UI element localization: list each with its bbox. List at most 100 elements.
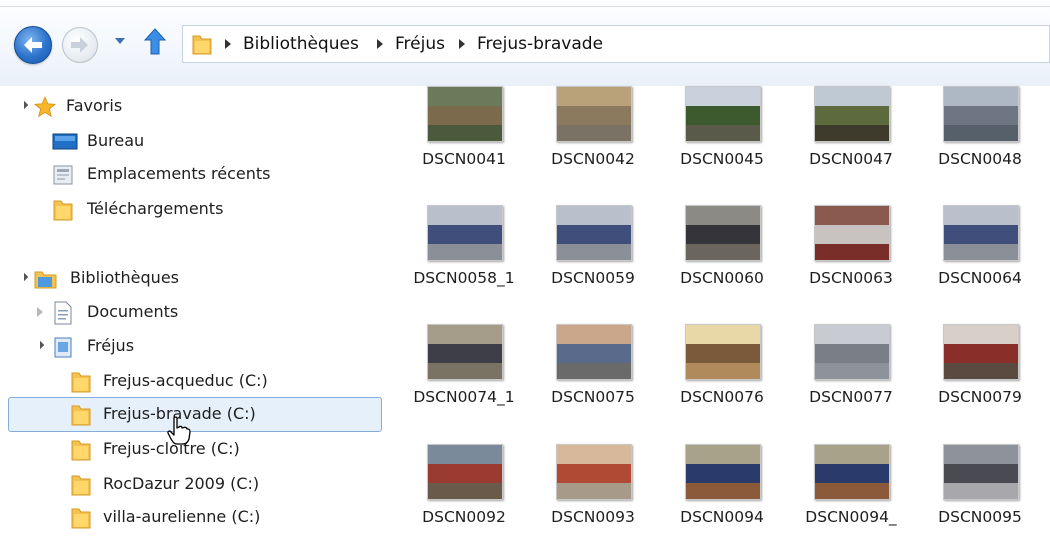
back-arrow-icon bbox=[24, 37, 42, 53]
photo-thumbnail bbox=[427, 444, 503, 500]
file-name: DSCN0074_1 bbox=[413, 388, 515, 406]
expand-arrow-icon[interactable] bbox=[35, 340, 45, 350]
window-top-border bbox=[0, 6, 1050, 7]
file-name: DSCN0042 bbox=[551, 150, 635, 168]
photo-thumbnail bbox=[814, 86, 890, 142]
expand-arrow-icon[interactable] bbox=[19, 100, 29, 110]
file-item[interactable]: DSCN0079 bbox=[918, 324, 1042, 434]
file-item[interactable]: DSCN0059 bbox=[531, 205, 655, 315]
file-item[interactable]: DSCN0092 bbox=[402, 444, 526, 554]
tree-item-villa-aurelienne[interactable]: villa-aurelienne (C:) bbox=[0, 502, 380, 532]
file-name: DSCN0059 bbox=[551, 269, 635, 287]
expand-arrow-icon[interactable] bbox=[19, 272, 29, 282]
breadcrumb-frejus[interactable]: Fréjus bbox=[395, 26, 445, 62]
libraries-icon bbox=[34, 271, 57, 289]
file-name: DSCN0063 bbox=[809, 269, 893, 287]
star-icon bbox=[34, 96, 56, 118]
photo-thumbnail bbox=[556, 324, 632, 380]
photo-thumbnail bbox=[427, 205, 503, 261]
address-bar[interactable]: Bibliothèques Fréjus Frejus-bravade bbox=[182, 25, 1050, 63]
file-name: DSCN0048 bbox=[938, 150, 1022, 168]
up-arrow-icon bbox=[143, 28, 167, 55]
file-item[interactable]: DSCN0095 bbox=[918, 444, 1042, 554]
photo-thumbnail bbox=[685, 86, 761, 142]
tree-item-frejus-acqueduc[interactable]: Frejus-acqueduc (C:) bbox=[0, 366, 380, 396]
breadcrumb-separator-icon[interactable] bbox=[459, 39, 465, 49]
tree-item-frejus[interactable]: Fréjus bbox=[0, 331, 300, 361]
photo-thumbnail bbox=[427, 86, 503, 142]
photo-thumbnail bbox=[814, 205, 890, 261]
file-item[interactable]: DSCN0048 bbox=[918, 86, 1042, 196]
file-name: DSCN0076 bbox=[680, 388, 764, 406]
tree-item-bureau[interactable]: Bureau bbox=[0, 126, 300, 156]
photo-thumbnail bbox=[685, 324, 761, 380]
tree-libraries[interactable]: Bibliothèques bbox=[0, 263, 300, 293]
desktop-icon bbox=[52, 133, 78, 150]
tree-label: Bibliothèques bbox=[70, 268, 179, 287]
tree-label: Favoris bbox=[66, 96, 123, 115]
file-item[interactable]: DSCN0064 bbox=[918, 205, 1042, 315]
folder-icon bbox=[71, 405, 91, 426]
tree-label: RocDazur 2009 (C:) bbox=[103, 474, 260, 493]
breadcrumb-frejus-bravade[interactable]: Frejus-bravade bbox=[477, 26, 603, 62]
up-one-level-button[interactable] bbox=[143, 27, 167, 57]
file-item[interactable]: DSCN0041 bbox=[402, 86, 526, 196]
file-item[interactable]: DSCN0093 bbox=[531, 444, 655, 554]
file-item[interactable]: DSCN0094_ bbox=[789, 444, 913, 554]
tree-item-recent-places[interactable]: Emplacements récents bbox=[0, 159, 320, 189]
photo-thumbnail bbox=[943, 86, 1019, 142]
file-name: DSCN0047 bbox=[809, 150, 893, 168]
file-item[interactable]: DSCN0076 bbox=[660, 324, 784, 434]
recent-pages-dropdown-icon[interactable] bbox=[115, 38, 125, 44]
back-button[interactable] bbox=[14, 26, 52, 64]
photo-thumbnail bbox=[556, 444, 632, 500]
file-item[interactable]: DSCN0063 bbox=[789, 205, 913, 315]
photo-thumbnail bbox=[814, 444, 890, 500]
file-item[interactable]: DSCN0077 bbox=[789, 324, 913, 434]
file-name: DSCN0045 bbox=[680, 150, 764, 168]
tree-favorites[interactable]: Favoris bbox=[0, 91, 300, 121]
file-name: DSCN0095 bbox=[938, 508, 1022, 526]
tree-label: Documents bbox=[87, 302, 179, 321]
photo-thumbnail bbox=[943, 324, 1019, 380]
file-item[interactable]: DSCN0074_1 bbox=[402, 324, 526, 434]
hand-cursor-icon bbox=[167, 416, 191, 445]
folder-icon bbox=[191, 32, 213, 55]
file-item[interactable]: DSCN0075 bbox=[531, 324, 655, 434]
tree-label: villa-aurelienne (C:) bbox=[103, 507, 261, 526]
file-item[interactable]: DSCN0058_1 bbox=[402, 205, 526, 315]
documents-icon bbox=[54, 301, 72, 325]
folder-icon bbox=[71, 440, 91, 461]
breadcrumb-separator-icon[interactable] bbox=[377, 39, 383, 49]
collapse-arrow-icon[interactable] bbox=[37, 307, 43, 317]
tree-item-downloads[interactable]: Téléchargements bbox=[0, 194, 300, 224]
file-item[interactable]: DSCN0045 bbox=[660, 86, 784, 196]
tree-item-rocdazur-2009[interactable]: RocDazur 2009 (C:) bbox=[0, 469, 380, 499]
navigation-bar: Bibliothèques Fréjus Frejus-bravade bbox=[0, 0, 1050, 87]
file-name: DSCN0064 bbox=[938, 269, 1022, 287]
file-name: DSCN0093 bbox=[551, 508, 635, 526]
forward-arrow-icon bbox=[71, 37, 88, 53]
breadcrumb-bibliotheques[interactable]: Bibliothèques bbox=[243, 26, 359, 62]
photo-thumbnail bbox=[685, 444, 761, 500]
file-item[interactable]: DSCN0047 bbox=[789, 86, 913, 196]
breadcrumb-separator-icon[interactable] bbox=[225, 39, 231, 49]
file-item[interactable]: DSCN0094 bbox=[660, 444, 784, 554]
file-item[interactable]: DSCN0060 bbox=[660, 205, 784, 315]
tree-label: Bureau bbox=[87, 131, 145, 150]
file-item[interactable]: DSCN0042 bbox=[531, 86, 655, 196]
folder-icon bbox=[71, 475, 91, 496]
file-name: DSCN0060 bbox=[680, 269, 764, 287]
tree-label: Téléchargements bbox=[87, 199, 224, 218]
forward-button[interactable] bbox=[62, 27, 98, 63]
file-name: DSCN0092 bbox=[422, 508, 506, 526]
file-list-pane: DSCN0041 DSCN0042 DSCN0045 DSCN0047 DSCN0048… bbox=[395, 86, 1050, 533]
file-name: DSCN0058_1 bbox=[413, 269, 515, 287]
downloads-folder-icon bbox=[53, 200, 73, 221]
folder-icon bbox=[71, 508, 91, 529]
file-name: DSCN0094_ bbox=[805, 508, 897, 526]
tree-item-documents[interactable]: Documents bbox=[0, 297, 300, 327]
photo-thumbnail bbox=[427, 324, 503, 380]
file-name: DSCN0079 bbox=[938, 388, 1022, 406]
navigation-pane: Favoris Bureau Emplacements récents Télé… bbox=[0, 86, 395, 533]
